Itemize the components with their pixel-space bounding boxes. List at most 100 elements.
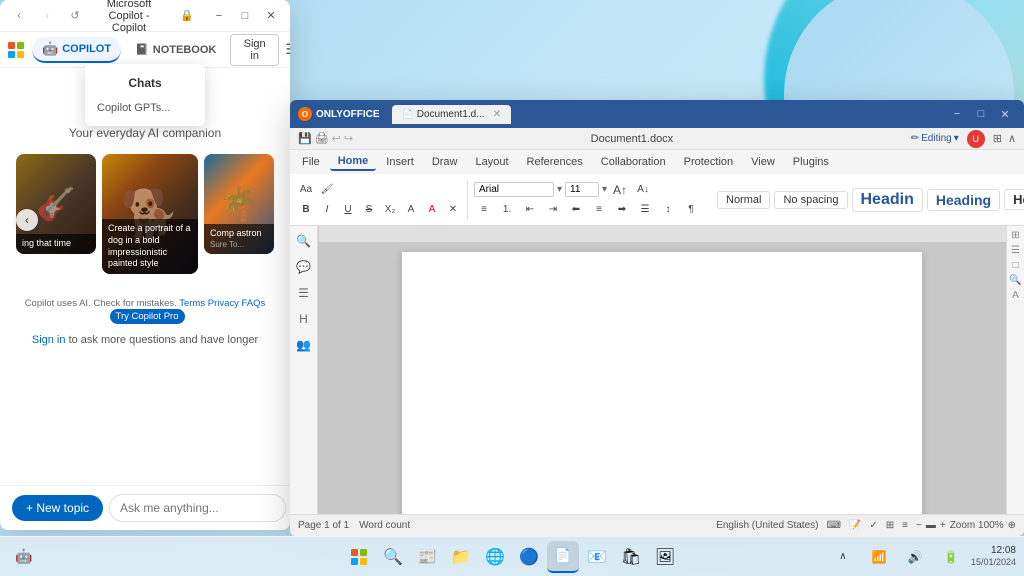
align-left-btn[interactable]: ⬅ — [566, 201, 586, 219]
align-right-btn[interactable]: ➡ — [612, 201, 632, 219]
ask-input[interactable] — [109, 494, 286, 522]
menu-button[interactable]: ☰ — [283, 39, 290, 61]
ribbon-tab-references[interactable]: References — [519, 154, 591, 170]
right-panel-icon-4[interactable]: 🔍 — [1009, 275, 1021, 286]
style-heading1-btn[interactable]: Headin — [852, 188, 923, 212]
zoom-in-btn[interactable]: + — [940, 520, 946, 531]
forward-button[interactable]: › — [36, 5, 58, 27]
save-icon[interactable]: 💾 — [298, 132, 312, 145]
print-icon[interactable]: 🖨 — [315, 132, 329, 145]
start-button[interactable] — [343, 541, 375, 573]
terms-link[interactable]: Terms — [179, 298, 205, 309]
style-normal-btn[interactable]: Normal — [717, 191, 770, 209]
image-card-guitar[interactable]: 🎸 ing that time — [16, 154, 96, 254]
editing-mode[interactable]: ✏ Editing ▾ — [911, 133, 959, 144]
zoom-slider[interactable]: ▬ — [926, 520, 936, 531]
clear-format-button[interactable]: ✕ — [443, 201, 463, 219]
copilot-gpts-item[interactable]: Copilot GPTs... — [85, 98, 205, 118]
style-heading2-btn[interactable]: Heading — [927, 189, 1000, 211]
ribbon-tab-insert[interactable]: Insert — [378, 154, 422, 170]
ribbon-tab-draw[interactable]: Draw — [424, 154, 466, 170]
ribbon-tab-collaboration[interactable]: Collaboration — [593, 154, 674, 170]
ribbon-tab-plugins[interactable]: Plugins — [785, 154, 837, 170]
list-bullet-btn[interactable]: ≡ — [474, 201, 494, 219]
signin-link[interactable]: Sign in — [32, 334, 66, 346]
style-heading3-btn[interactable]: Heading 3 — [1004, 189, 1024, 210]
document-tab[interactable]: 📄 Document1.d... ✕ — [392, 105, 511, 124]
office-close-btn[interactable]: ✕ — [994, 103, 1016, 125]
right-panel-icon-1[interactable]: ⊞ — [1011, 230, 1019, 241]
subscript-button[interactable]: X₂ — [380, 201, 400, 219]
signin-header-button[interactable]: Sign in — [230, 34, 279, 66]
copilot-close-btn[interactable]: ✕ — [260, 5, 282, 27]
copy-style-icon[interactable]: 🖌 — [317, 181, 337, 199]
share-icon[interactable]: ⊞ — [993, 132, 1002, 145]
taskbar-mail-btn[interactable]: 📧 — [581, 541, 613, 573]
right-panel-icon-3[interactable]: □ — [1012, 260, 1018, 271]
ribbon-tab-file[interactable]: File — [294, 154, 328, 170]
taskbar-edge-btn[interactable]: 🌐 — [479, 541, 511, 573]
redo-icon[interactable]: ↪ — [344, 132, 353, 145]
back-button[interactable]: ‹ — [8, 5, 30, 27]
view-mode-icon-2[interactable]: ≡ — [902, 520, 908, 531]
privacy-link[interactable]: Privacy — [208, 298, 239, 309]
taskbar-office-btn[interactable]: 📄 — [547, 541, 579, 573]
font-size-increase-btn[interactable]: A↑ — [610, 181, 630, 199]
zoom-fit-btn[interactable]: ⊕ — [1008, 520, 1016, 531]
taskbar-copilot-icon[interactable]: 🤖 — [8, 541, 40, 573]
faqs-link[interactable]: FAQs — [242, 298, 266, 309]
line-spacing-btn[interactable]: ↕ — [658, 201, 678, 219]
volume-icon[interactable]: 🔊 — [899, 541, 931, 573]
editing-dropdown-icon[interactable]: ▾ — [954, 133, 959, 144]
font-size-decrease-btn[interactable]: A↓ — [633, 181, 653, 199]
left-arrow-button[interactable]: ‹ — [16, 209, 38, 231]
comments-sidebar-icon[interactable]: 💬 — [293, 256, 315, 278]
image-card-dog[interactable]: 🐕 Create a portrait of a dog in a bold i… — [102, 154, 198, 274]
taskbar-search-btn[interactable]: 🔍 — [377, 541, 409, 573]
try-pro-button[interactable]: Try Copilot Pro — [110, 309, 185, 324]
taskbar-photos-btn[interactable]: 🖼 — [649, 541, 681, 573]
right-panel-icon-5[interactable]: A — [1012, 290, 1019, 301]
headings-sidebar-icon[interactable]: H — [293, 308, 315, 330]
font-size-input[interactable] — [565, 182, 599, 197]
style-no-spacing-btn[interactable]: No spacing — [774, 191, 847, 209]
keyboard-icon[interactable]: ⌨ — [826, 520, 840, 531]
italic-button[interactable]: I — [317, 201, 337, 219]
system-tray-chevron[interactable]: ∧ — [827, 541, 859, 573]
clock-area[interactable]: 12:08 15/01/2024 — [971, 544, 1016, 569]
undo-icon[interactable]: ↩ — [332, 132, 341, 145]
copilot-minimize-btn[interactable]: − — [208, 5, 230, 27]
collapse-ribbon-icon[interactable]: ∧ — [1008, 132, 1016, 145]
indent-increase-btn[interactable]: ⇥ — [543, 201, 563, 219]
track-changes-icon[interactable]: 📝 — [849, 520, 861, 531]
align-center-btn[interactable]: ≡ — [589, 201, 609, 219]
battery-icon[interactable]: 🔋 — [935, 541, 967, 573]
paragraph-marks-btn[interactable]: ¶ — [681, 201, 701, 219]
strikethrough-button[interactable]: S — [359, 201, 379, 219]
refresh-button[interactable]: ↺ — [64, 5, 86, 27]
font-name-dropdown[interactable]: ▾ — [557, 184, 562, 195]
document-page[interactable] — [402, 252, 922, 514]
view-mode-icon[interactable]: ⊞ — [886, 520, 894, 531]
ribbon-tab-view[interactable]: View — [743, 154, 783, 170]
font-color-button[interactable]: A — [422, 201, 442, 219]
language-indicator[interactable]: English (United States) — [716, 520, 818, 531]
spell-check-icon[interactable]: ✓ — [869, 520, 877, 531]
zoom-out-btn[interactable]: − — [916, 520, 922, 531]
styles-icon[interactable]: Aa — [296, 181, 316, 199]
right-panel-icon-2[interactable]: ☰ — [1011, 245, 1020, 256]
collaboration-icon[interactable]: 👥 — [293, 334, 315, 356]
taskbar-widgets-btn[interactable]: 📰 — [411, 541, 443, 573]
copilot-tab[interactable]: 🤖 COPILOT — [32, 37, 121, 63]
new-topic-button[interactable]: + New topic — [12, 495, 103, 521]
align-justify-btn[interactable]: ☰ — [635, 201, 655, 219]
tab-close-button[interactable]: ✕ — [493, 109, 501, 120]
navigation-sidebar-icon[interactable]: ☰ — [293, 282, 315, 304]
ribbon-tab-home[interactable]: Home — [330, 153, 377, 171]
word-count-label[interactable]: Word count — [359, 520, 410, 531]
font-size-dropdown[interactable]: ▾ — [602, 184, 607, 195]
underline-button[interactable]: U — [338, 201, 358, 219]
office-minimize-btn[interactable]: − — [946, 103, 968, 125]
bold-button[interactable]: B — [296, 201, 316, 219]
list-number-btn[interactable]: 1. — [497, 201, 517, 219]
